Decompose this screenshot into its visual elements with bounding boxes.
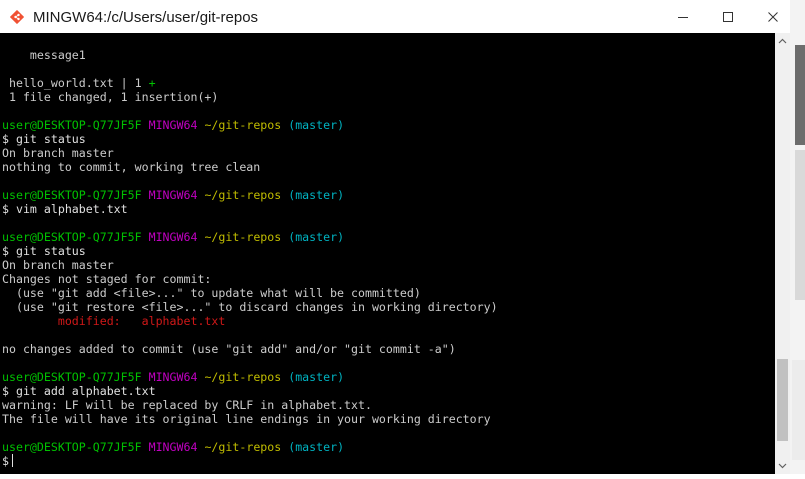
terminal-text: $ git status bbox=[2, 244, 86, 258]
terminal-text: ~/git-repos bbox=[204, 370, 282, 384]
terminal-line: user@DESKTOP-Q77JF5F MINGW64 ~/git-repos… bbox=[2, 230, 498, 244]
maximize-button[interactable] bbox=[705, 0, 751, 33]
terminal-text: ~/git-repos bbox=[204, 118, 282, 132]
maximize-icon bbox=[723, 11, 733, 22]
terminal-window: MINGW64:/c/Users/user/git-repos message1… bbox=[0, 0, 790, 474]
minimize-icon bbox=[678, 16, 688, 18]
terminal-text: no changes added to commit (use "git add… bbox=[2, 342, 456, 356]
close-icon bbox=[768, 11, 778, 22]
terminal-text: warning: LF will be replaced by CRLF in … bbox=[2, 398, 372, 412]
terminal-line: $ git add alphabet.txt bbox=[2, 384, 498, 398]
terminal-text: (master) bbox=[288, 440, 345, 454]
close-button[interactable] bbox=[750, 0, 796, 33]
chevron-up-icon bbox=[778, 38, 787, 44]
terminal-line: no changes added to commit (use "git add… bbox=[2, 342, 498, 356]
terminal-text: (master) bbox=[288, 188, 345, 202]
terminal-text: (use "git restore <file>..." to discard … bbox=[2, 300, 498, 314]
terminal-line: (use "git add <file>..." to update what … bbox=[2, 286, 498, 300]
terminal-text: $ vim alphabet.txt bbox=[2, 202, 128, 216]
terminal-text: Changes not staged for commit: bbox=[2, 272, 212, 286]
terminal-text: user@DESKTOP-Q77JF5F bbox=[2, 370, 142, 384]
chevron-down-icon bbox=[778, 463, 787, 469]
terminal-text: MINGW64 bbox=[148, 370, 198, 384]
terminal-line: message1 bbox=[2, 48, 498, 62]
terminal-line: $ git status bbox=[2, 244, 498, 258]
minimize-button[interactable] bbox=[660, 0, 706, 33]
terminal-text: MINGW64 bbox=[148, 188, 198, 202]
terminal-line: $ git status bbox=[2, 132, 498, 146]
terminal-text: message1 bbox=[2, 48, 86, 62]
terminal-text: user@DESKTOP-Q77JF5F bbox=[2, 230, 142, 244]
terminal-text: nothing to commit, working tree clean bbox=[2, 160, 261, 174]
terminal-line: (use "git restore <file>..." to discard … bbox=[2, 300, 498, 314]
terminal-line: warning: LF will be replaced by CRLF in … bbox=[2, 398, 498, 412]
terminal-text: $ bbox=[2, 454, 9, 468]
terminal-line: user@DESKTOP-Q77JF5F MINGW64 ~/git-repos… bbox=[2, 188, 498, 202]
scroll-down-button[interactable] bbox=[775, 458, 790, 474]
terminal-text: user@DESKTOP-Q77JF5F bbox=[2, 118, 142, 132]
terminal-text: ~/git-repos bbox=[204, 230, 282, 244]
terminal-line: Changes not staged for commit: bbox=[2, 272, 498, 286]
terminal-line: The file will have its original line end… bbox=[2, 412, 498, 426]
terminal-text: The file will have its original line end… bbox=[2, 412, 491, 426]
terminal-text: (master) bbox=[288, 230, 345, 244]
terminal-text: $ git add alphabet.txt bbox=[2, 384, 156, 398]
vertical-scrollbar[interactable] bbox=[775, 33, 790, 474]
background-window-edge bbox=[795, 150, 805, 300]
terminal-text: On branch master bbox=[2, 258, 114, 272]
background-window-edge bbox=[792, 360, 805, 460]
terminal-text: On branch master bbox=[2, 146, 114, 160]
git-bash-icon bbox=[9, 9, 25, 25]
terminal-text: (master) bbox=[288, 370, 345, 384]
terminal-text: user@DESKTOP-Q77JF5F bbox=[2, 440, 142, 454]
terminal-line: user@DESKTOP-Q77JF5F MINGW64 ~/git-repos… bbox=[2, 370, 498, 384]
terminal-line: 1 file changed, 1 insertion(+) bbox=[2, 90, 498, 104]
scrollbar-thumb[interactable] bbox=[777, 359, 788, 441]
scroll-up-button[interactable] bbox=[775, 33, 790, 49]
terminal-text: (master) bbox=[288, 118, 345, 132]
terminal-line: On branch master bbox=[2, 146, 498, 160]
terminal-text: ~/git-repos bbox=[204, 440, 282, 454]
terminal-text: ~/git-repos bbox=[204, 188, 282, 202]
terminal-text: + bbox=[148, 76, 156, 90]
terminal-text: $ git status bbox=[2, 132, 86, 146]
terminal-text: MINGW64 bbox=[148, 118, 198, 132]
terminal-line: nothing to commit, working tree clean bbox=[2, 160, 498, 174]
background-window-edge bbox=[795, 45, 805, 145]
terminal-text: modified: alphabet.txt bbox=[57, 314, 226, 328]
title-bar[interactable]: MINGW64:/c/Users/user/git-repos bbox=[0, 0, 790, 33]
terminal-output[interactable]: message1 hello_world.txt | 1 + 1 file ch… bbox=[0, 33, 775, 474]
terminal-line: hello_world.txt | 1 + bbox=[2, 76, 498, 90]
terminal-line: user@DESKTOP-Q77JF5F MINGW64 ~/git-repos… bbox=[2, 440, 498, 454]
terminal-line: user@DESKTOP-Q77JF5F MINGW64 ~/git-repos… bbox=[2, 118, 498, 132]
terminal-text: user@DESKTOP-Q77JF5F bbox=[2, 188, 142, 202]
window-title: MINGW64:/c/Users/user/git-repos bbox=[33, 9, 259, 26]
terminal-text: MINGW64 bbox=[148, 230, 198, 244]
terminal-line: modified: alphabet.txt bbox=[2, 314, 498, 328]
terminal-text: MINGW64 bbox=[148, 440, 198, 454]
terminal-text: (use "git add <file>..." to update what … bbox=[2, 286, 421, 300]
terminal-line: $ vim alphabet.txt bbox=[2, 202, 498, 216]
terminal-line: $ bbox=[2, 454, 498, 468]
terminal-lines: message1 hello_world.txt | 1 + 1 file ch… bbox=[2, 48, 498, 468]
terminal-line: On branch master bbox=[2, 258, 498, 272]
terminal-text: 1 file changed, 1 insertion(+) bbox=[2, 90, 219, 104]
text-cursor bbox=[11, 454, 13, 467]
terminal-text: hello_world.txt | 1 bbox=[2, 76, 149, 90]
